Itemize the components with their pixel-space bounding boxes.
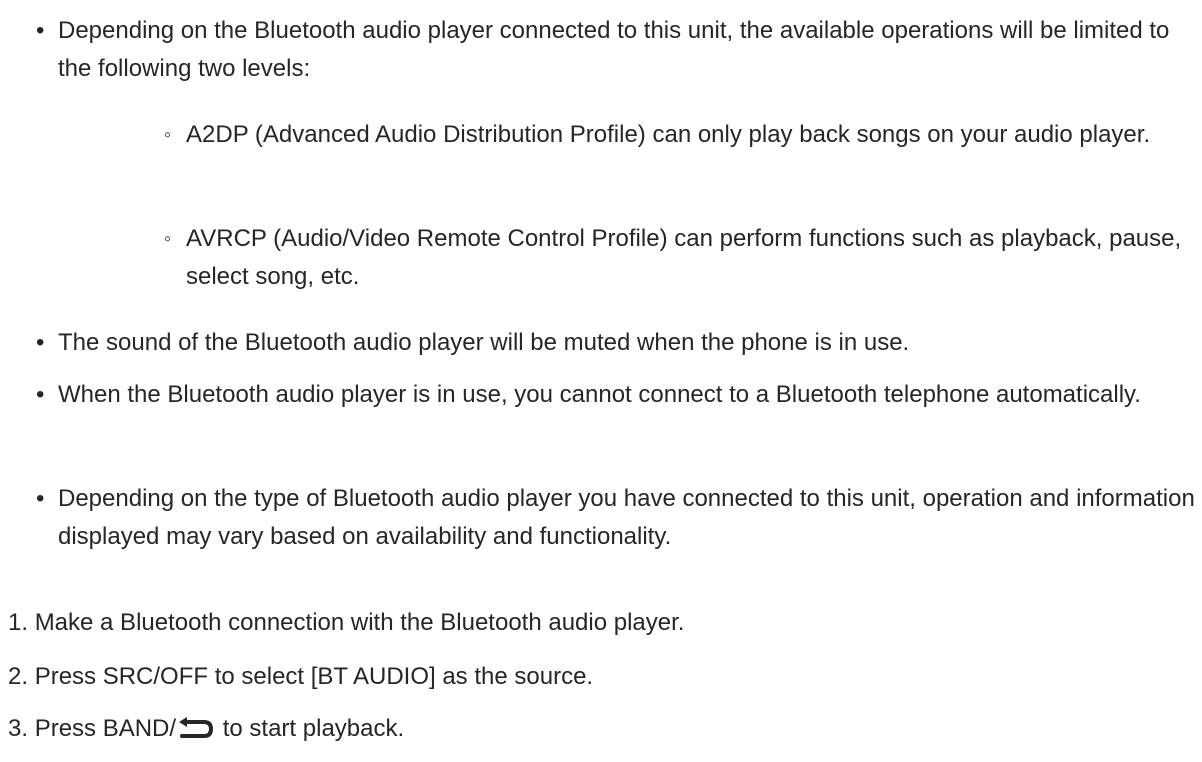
return-arrow-icon [176,714,214,738]
step-number: 2. [8,663,29,690]
bullet-marker: • [36,17,45,44]
step-number: 1. [8,609,29,636]
instruction-page: • Depending on the Bluetooth audio playe… [0,0,1202,762]
sub-bullet-marker: ◦ [164,228,172,250]
sub-bullet-marker: ◦ [164,124,172,146]
note-item: • Depending on the type of Bluetooth aud… [36,480,1196,556]
note-item: • When the Bluetooth audio player is in … [36,376,1196,414]
bullet-marker: • [36,485,45,512]
step-text-before: Press BAND/ [34,715,177,742]
step-text: Press SRC/OFF to select [BT AUDIO] as th… [34,663,594,690]
bullet-marker: • [36,329,45,356]
bullet-marker: • [36,381,45,408]
note-text: Depending on the Bluetooth audio player … [58,17,1170,82]
step-item: 3. Press BAND/ to start playback. [8,710,1198,748]
note-text: Depending on the type of Bluetooth audio… [58,485,1195,550]
sub-note-item: ◦ AVRCP (Audio/Video Remote Control Prof… [164,220,1200,296]
sub-note-text: A2DP (Advanced Audio Distribution Profil… [186,121,1151,148]
step-text: Make a Bluetooth connection with the Blu… [34,609,685,636]
note-text: When the Bluetooth audio player is in us… [58,381,1141,408]
step-item: 2. Press SRC/OFF to select [BT AUDIO] as… [8,658,1198,696]
step-number: 3. [8,715,29,742]
step-item: 1. Make a Bluetooth connection with the … [8,604,1198,642]
note-item: • The sound of the Bluetooth audio playe… [36,324,1196,362]
sub-note-text: AVRCP (Audio/Video Remote Control Profil… [186,225,1182,290]
note-item: • Depending on the Bluetooth audio playe… [36,12,1196,88]
sub-note-item: ◦ A2DP (Advanced Audio Distribution Prof… [164,116,1200,154]
step-text-after: to start playback. [222,715,405,742]
note-text: The sound of the Bluetooth audio player … [58,329,910,356]
